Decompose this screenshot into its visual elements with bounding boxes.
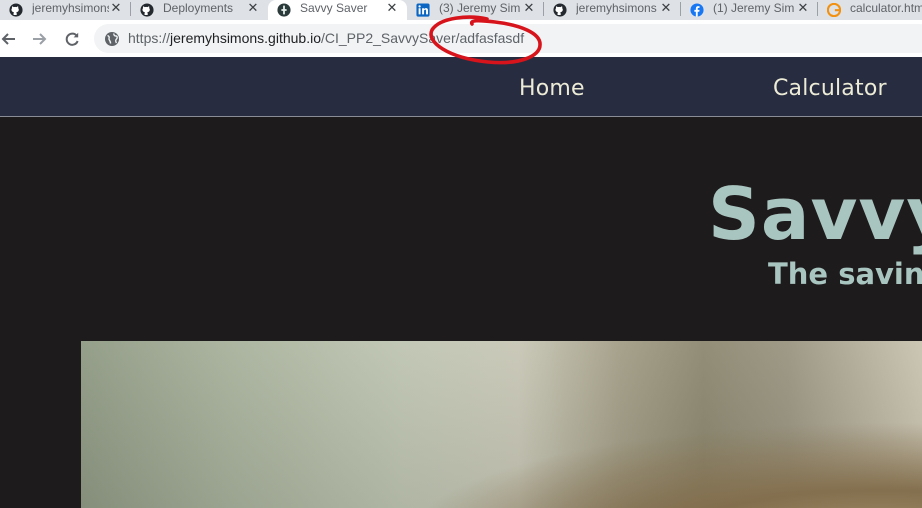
tab-title: calculator.htm [850, 1, 922, 15]
tab-title: (3) Jeremy Sim [439, 1, 521, 15]
nav-link-calculator[interactable]: Calculator [773, 76, 887, 101]
tab-close-icon[interactable]: ✕ [796, 1, 810, 16]
address-bar[interactable]: https://jeremyhsimons.github.io/CI_PP2_S… [94, 24, 922, 53]
browser-tab-github-2[interactable]: jeremyhsimons ✕ [544, 0, 681, 20]
url-host: jeremyhsimons.github.io [170, 30, 321, 46]
github-icon [139, 2, 155, 18]
hero-section: Savvy The saving [0, 118, 922, 508]
tab-title: jeremyhsimons [576, 1, 657, 15]
browser-tab-facebook[interactable]: (1) Jeremy Sim ✕ [681, 0, 818, 20]
nav-link-home[interactable]: Home [519, 76, 585, 101]
hero-title: Savvy [708, 172, 922, 256]
browser-tab-savvy-saver[interactable]: Savvy Saver ✕ [268, 0, 407, 20]
reload-button[interactable] [59, 26, 85, 52]
browser-tab-github-deployments[interactable]: Deployments ✕ [131, 0, 268, 20]
globe-icon [105, 32, 119, 46]
tab-close-icon[interactable]: ✕ [246, 1, 260, 16]
site-favicon-icon [276, 2, 292, 18]
site-navbar: Home Calculator [0, 57, 922, 117]
browser-toolbar: https://jeremyhsimons.github.io/CI_PP2_S… [0, 20, 922, 57]
linkedin-icon [415, 2, 431, 18]
arrow-right-icon [33, 33, 47, 45]
tab-close-icon[interactable]: ✕ [659, 1, 673, 16]
tab-title: Deployments [163, 1, 234, 15]
facebook-icon [689, 2, 705, 18]
code-file-icon [826, 2, 842, 18]
arrow-left-icon [1, 33, 15, 45]
hero-image [81, 341, 922, 508]
browser-tab-calculator-file[interactable]: calculator.htm [818, 0, 922, 20]
browser-tab-strip: jeremyhsimons ✕ Deployments ✕ Savvy Save… [0, 0, 922, 20]
tab-close-icon[interactable]: ✕ [522, 1, 536, 16]
tab-close-icon[interactable]: ✕ [385, 1, 399, 16]
tab-close-icon[interactable]: ✕ [109, 1, 123, 16]
back-button[interactable] [0, 26, 21, 52]
url-path: /CI_PP2_SavvySaver/adfasfasdf [321, 30, 525, 46]
url-text: https://jeremyhsimons.github.io/CI_PP2_S… [128, 30, 524, 47]
url-scheme: https:// [128, 30, 171, 46]
tab-title: jeremyhsimons [32, 1, 109, 15]
tab-title: Savvy Saver [300, 1, 368, 15]
tab-title: (1) Jeremy Sim [713, 1, 795, 15]
github-icon [8, 2, 24, 18]
browser-tab-github-1[interactable]: jeremyhsimons ✕ [0, 0, 131, 20]
github-icon [552, 2, 568, 18]
hero-subtitle: The saving [768, 257, 922, 291]
reload-icon [65, 32, 79, 46]
browser-tab-linkedin[interactable]: (3) Jeremy Sim ✕ [407, 0, 544, 20]
forward-button[interactable] [27, 26, 53, 52]
